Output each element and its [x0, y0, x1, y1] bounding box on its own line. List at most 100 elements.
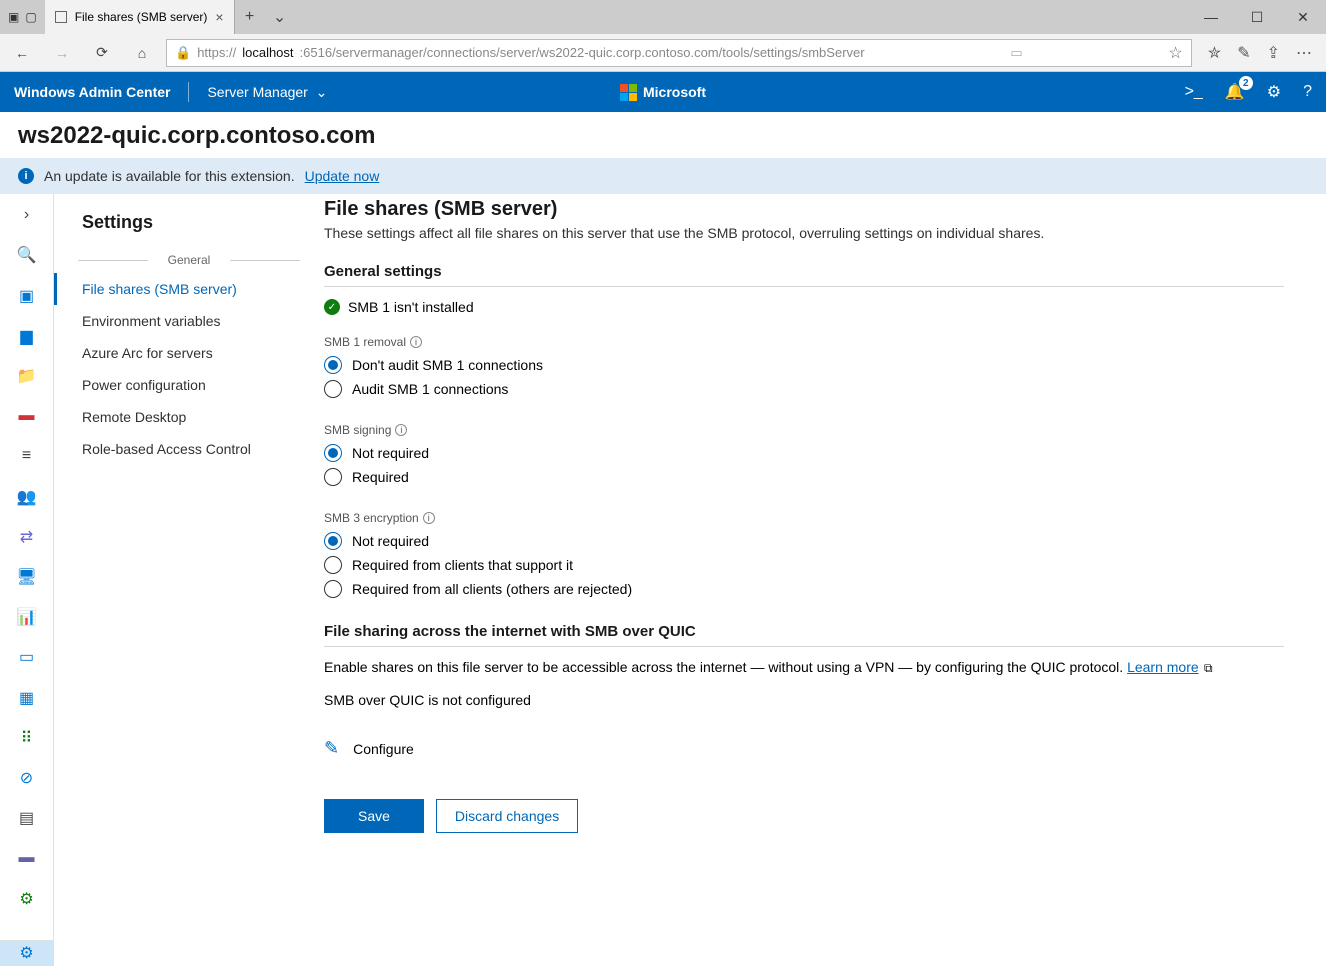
learn-more-link[interactable]: Learn more	[1127, 659, 1199, 675]
general-settings-heading: General settings	[324, 263, 1284, 287]
minimize-button[interactable]: —	[1188, 0, 1234, 34]
settings-sidebar: Settings General File shares (SMB server…	[54, 194, 324, 966]
rail-perf-icon[interactable]: 📊	[9, 604, 45, 630]
info-icon[interactable]: i	[395, 424, 407, 436]
back-button[interactable]: ←	[6, 37, 38, 69]
lock-icon: 🔒	[175, 45, 191, 61]
rail-network-icon[interactable]: ⇄	[9, 524, 45, 550]
rail-services-icon[interactable]: ⚙	[9, 885, 45, 911]
rail-remote-icon[interactable]: ⊘	[9, 765, 45, 791]
radio-signing-required[interactable]: Required	[324, 465, 1284, 489]
external-link-icon: ⧉	[1201, 661, 1213, 675]
app-brand[interactable]: Windows Admin Center	[14, 84, 170, 100]
settings-icon[interactable]: ⚙	[1267, 82, 1281, 102]
smb1-status: ✓ SMB 1 isn't installed	[324, 299, 1284, 315]
microsoft-logo-icon	[620, 84, 637, 101]
radio-icon	[324, 580, 342, 598]
close-window-button[interactable]: ✕	[1280, 0, 1326, 34]
window-icon-2: ▢	[25, 10, 36, 24]
save-button[interactable]: Save	[324, 799, 424, 833]
rail-overview-icon[interactable]: ▣	[9, 282, 45, 308]
favorites-icon[interactable]: ✮	[1208, 43, 1221, 63]
smb-signing-label: SMB signing i	[324, 423, 1284, 437]
app-header: Windows Admin Center Server Manager ⌄ Mi…	[0, 72, 1326, 112]
radio-enc-supported[interactable]: Required from clients that support it	[324, 553, 1284, 577]
quic-description: Enable shares on this file server to be …	[324, 659, 1284, 676]
update-now-link[interactable]: Update now	[305, 168, 380, 184]
radio-icon	[324, 532, 342, 550]
content-heading: File shares (SMB server)	[324, 198, 1284, 221]
browser-tab[interactable]: File shares (SMB server) ×	[45, 0, 235, 34]
forward-button[interactable]: →	[46, 37, 78, 69]
smb3-encryption-label: SMB 3 encryption i	[324, 511, 1284, 525]
context-dropdown[interactable]: Server Manager ⌄	[207, 84, 327, 101]
radio-icon	[324, 556, 342, 574]
sidebar-item-rbac[interactable]: Role-based Access Control	[54, 433, 324, 465]
maximize-button[interactable]: ☐	[1234, 0, 1280, 34]
sidebar-item-env-vars[interactable]: Environment variables	[54, 305, 324, 337]
quic-status: SMB over QUIC is not configured	[324, 692, 1284, 708]
banner-text: An update is available for this extensio…	[44, 168, 295, 184]
tab-title: File shares (SMB server)	[75, 10, 208, 24]
notifications-icon[interactable]: 🔔	[1225, 82, 1245, 102]
radio-signing-not-required[interactable]: Not required	[324, 441, 1284, 465]
radio-icon	[324, 356, 342, 374]
content-area: File shares (SMB server) These settings …	[324, 194, 1326, 966]
update-banner: i An update is available for this extens…	[0, 158, 1326, 194]
reading-icon[interactable]: ▭	[1010, 45, 1022, 61]
info-icon[interactable]: i	[423, 512, 435, 524]
favorite-icon[interactable]: ☆	[1168, 43, 1182, 63]
tool-rail: › 🔍 ▣ ▆ 📁 ▬ ≡ 👥 ⇄ 🖥 📊 ▭ ▦ ⠿ ⊘ ▤ ▬ ⚙ ⚙	[0, 194, 54, 966]
rail-ps-icon[interactable]: ▭	[9, 644, 45, 670]
rail-roles-icon[interactable]: ▤	[9, 805, 45, 831]
rail-users-icon[interactable]: 👥	[9, 483, 45, 509]
rail-apps-icon[interactable]: ⠿	[9, 725, 45, 751]
rail-azure-icon[interactable]: ▆	[9, 323, 45, 349]
rail-registry-icon[interactable]: ▦	[9, 684, 45, 710]
rail-list-icon[interactable]: ≡	[9, 443, 45, 469]
info-icon[interactable]: i	[410, 336, 422, 348]
tab-close-icon[interactable]: ×	[215, 9, 223, 25]
radio-dont-audit[interactable]: Don't audit SMB 1 connections	[324, 353, 1284, 377]
radio-enc-all[interactable]: Required from all clients (others are re…	[324, 577, 1284, 601]
rail-settings-icon[interactable]: ⚙	[0, 940, 54, 966]
rail-files-icon[interactable]: 📁	[9, 363, 45, 389]
radio-icon	[324, 468, 342, 486]
configure-button[interactable]: ✎ Configure	[324, 738, 1284, 759]
more-icon[interactable]: ⋯	[1296, 43, 1312, 63]
radio-audit[interactable]: Audit SMB 1 connections	[324, 377, 1284, 401]
quic-heading: File sharing across the internet with SM…	[324, 623, 1284, 647]
rail-monitor-icon[interactable]: 🖥	[9, 564, 45, 590]
address-bar[interactable]: 🔒 https://localhost:6516/servermanager/c…	[166, 39, 1192, 67]
content-description: These settings affect all file shares on…	[324, 225, 1284, 241]
page-title: ws2022-quic.corp.contoso.com	[18, 122, 1308, 150]
checkmark-icon: ✓	[324, 299, 340, 315]
sidebar-group-label: General	[78, 253, 300, 267]
ms-brand: Microsoft	[620, 84, 706, 101]
edit-icon: ✎	[324, 738, 339, 759]
smb1-removal-label: SMB 1 removal i	[324, 335, 1284, 349]
page-title-row: ws2022-quic.corp.contoso.com	[0, 112, 1326, 158]
rail-chevron-icon[interactable]: ›	[9, 202, 45, 228]
rail-tasks-icon[interactable]: ▬	[9, 845, 45, 871]
new-tab-button[interactable]: +	[235, 0, 265, 34]
browser-titlebar: ▣ ▢ File shares (SMB server) × + ⌄ — ☐ ✕	[0, 0, 1326, 34]
info-icon: i	[18, 168, 34, 184]
refresh-button[interactable]: ⟳	[86, 37, 118, 69]
rail-search-icon[interactable]: 🔍	[9, 242, 45, 268]
rail-firewall-icon[interactable]: ▬	[9, 403, 45, 429]
share-icon[interactable]: ⇪	[1267, 43, 1280, 63]
sidebar-item-remote-desktop[interactable]: Remote Desktop	[54, 401, 324, 433]
sidebar-item-file-shares[interactable]: File shares (SMB server)	[54, 273, 324, 305]
notes-icon[interactable]: ✎	[1237, 43, 1250, 63]
tab-dropdown-icon[interactable]: ⌄	[265, 0, 295, 34]
sidebar-item-power[interactable]: Power configuration	[54, 369, 324, 401]
tab-favicon-icon	[55, 11, 67, 23]
powershell-icon[interactable]: >_	[1185, 83, 1203, 101]
discard-button[interactable]: Discard changes	[436, 799, 578, 833]
radio-enc-not-required[interactable]: Not required	[324, 529, 1284, 553]
help-icon[interactable]: ?	[1303, 83, 1312, 101]
window-icon: ▣	[8, 10, 19, 24]
home-button[interactable]: ⌂	[126, 37, 158, 69]
sidebar-item-azure-arc[interactable]: Azure Arc for servers	[54, 337, 324, 369]
